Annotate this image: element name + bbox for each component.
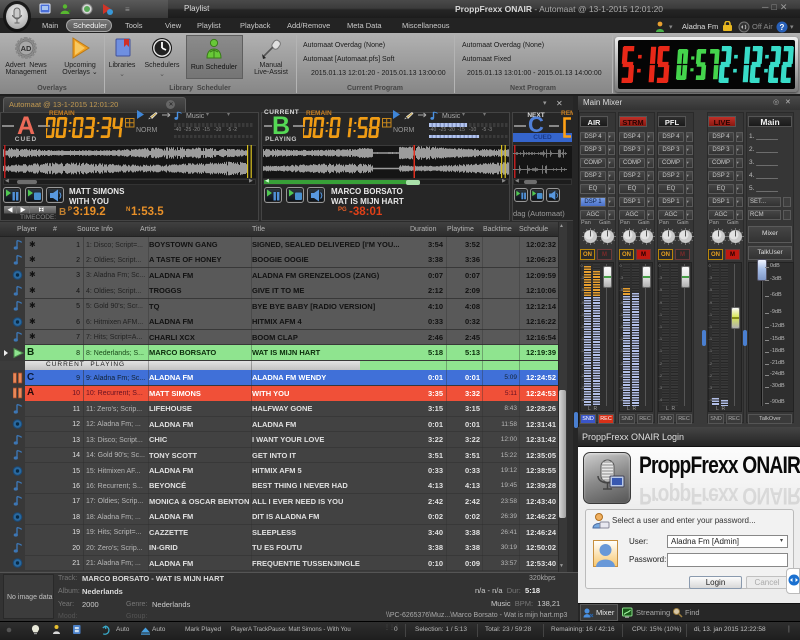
svg-text:Music: Music [442, 113, 461, 120]
svg-text:▾: ▾ [790, 24, 794, 31]
svg-text:≡: ≡ [125, 5, 130, 14]
svg-text:?: ? [780, 23, 785, 32]
svg-text:Music: Music [186, 113, 205, 120]
svg-text:AD: AD [21, 44, 32, 53]
svg-text:▾: ▾ [669, 24, 673, 31]
